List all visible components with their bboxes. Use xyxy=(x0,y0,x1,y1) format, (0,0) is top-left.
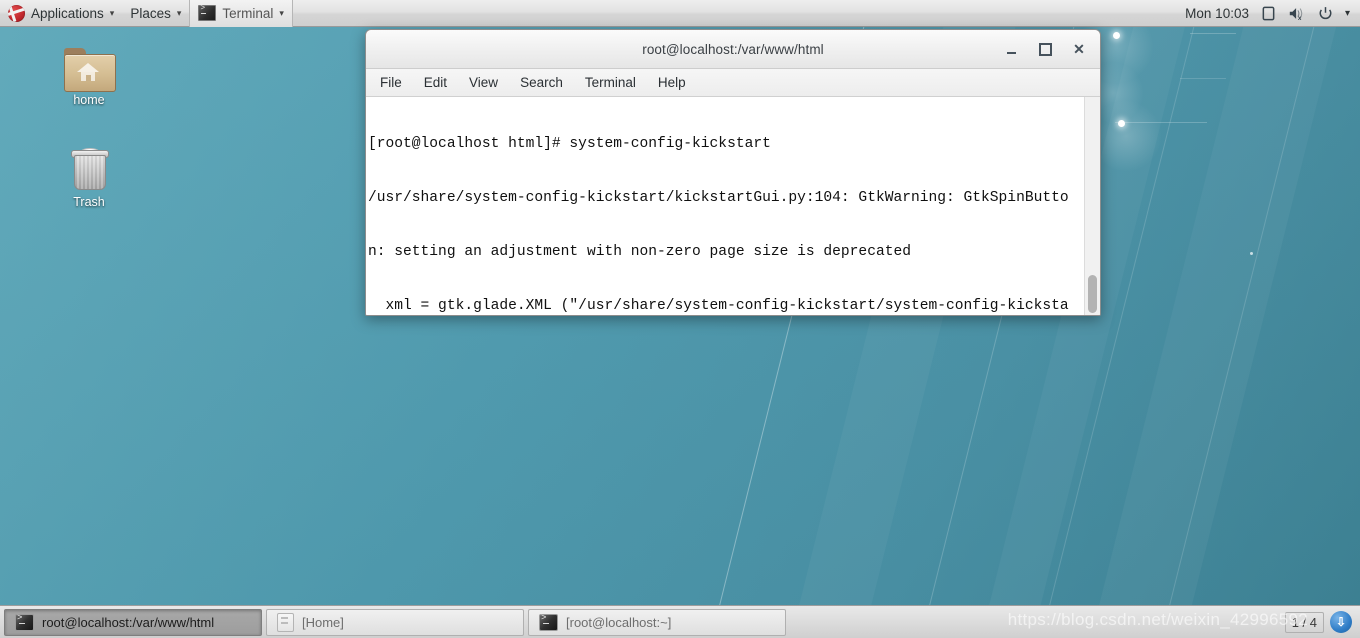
minimize-icon[interactable] xyxy=(1004,42,1018,56)
trash-applet-icon[interactable]: ⇩ xyxy=(1330,611,1352,633)
wallpaper-dot xyxy=(1113,32,1120,39)
scrollbar-thumb[interactable] xyxy=(1088,275,1097,313)
menu-view[interactable]: View xyxy=(469,75,498,90)
desktop-icon-home[interactable]: home xyxy=(46,48,132,107)
taskbar-button-terminal-root[interactable]: [root@localhost:~] xyxy=(528,608,786,636)
wallpaper-dot xyxy=(1250,252,1253,255)
terminal-line: [root@localhost html]# system-config-kic… xyxy=(368,136,771,152)
terminal-output[interactable]: [root@localhost html]# system-config-kic… xyxy=(366,97,1084,315)
maximize-icon[interactable] xyxy=(1038,42,1052,56)
terminal-window: root@localhost:/var/www/html ✕ File Edit… xyxy=(365,29,1101,316)
chevron-down-icon: ▾ xyxy=(279,7,284,18)
terminal-line: n: setting an adjustment with non-zero p… xyxy=(368,244,911,260)
volume-muted-icon[interactable]: x xyxy=(1288,6,1306,21)
menu-search[interactable]: Search xyxy=(520,75,563,90)
panel-status-area: Mon 10:03 x ▾ xyxy=(1185,6,1360,21)
menu-terminal[interactable]: Terminal xyxy=(585,75,636,90)
menu-file[interactable]: File xyxy=(380,75,402,90)
window-controls: ✕ xyxy=(1004,30,1092,68)
home-folder-icon xyxy=(64,48,116,92)
taskbar-button-label: [Home] xyxy=(302,614,344,630)
top-panel: Applications ▾ Places ▾ Terminal ▾ Mon 1… xyxy=(0,0,1360,27)
places-menu[interactable]: Places ▾ xyxy=(122,0,189,27)
menu-help[interactable]: Help xyxy=(658,75,686,90)
applications-menu-label: Applications xyxy=(31,5,104,21)
desktop-icon-trash[interactable]: Trash xyxy=(46,148,132,209)
terminal-line: /usr/share/system-config-kickstart/kicks… xyxy=(368,190,1069,206)
files-icon xyxy=(277,612,294,632)
taskbar-button-label: root@localhost:/var/www/html xyxy=(42,614,215,630)
wallpaper-dot xyxy=(1118,120,1125,127)
chevron-down-icon[interactable]: ▾ xyxy=(1345,8,1350,19)
taskbar-button-terminal-html[interactable]: root@localhost:/var/www/html xyxy=(4,608,262,636)
menu-edit[interactable]: Edit xyxy=(424,75,447,90)
workspace-pager[interactable]: 1 / 4 ⇩ xyxy=(1284,611,1356,633)
taskbar-button-home[interactable]: [Home] xyxy=(266,608,524,636)
terminal-icon xyxy=(539,613,558,631)
display-icon[interactable] xyxy=(1261,6,1276,21)
chevron-down-icon: ▾ xyxy=(109,7,115,18)
clock[interactable]: Mon 10:03 xyxy=(1185,6,1249,21)
terminal-title: root@localhost:/var/www/html xyxy=(642,41,824,57)
terminal-menubar: File Edit View Search Terminal Help xyxy=(366,69,1100,97)
applications-menu[interactable]: Applications ▾ xyxy=(0,0,122,27)
power-icon[interactable] xyxy=(1318,6,1333,21)
terminal-scrollbar[interactable] xyxy=(1084,97,1100,315)
terminal-app-menu-label: Terminal xyxy=(222,5,274,21)
svg-text:x: x xyxy=(1298,14,1302,20)
centos-logo-icon xyxy=(8,4,25,22)
desktop-icon-label: Trash xyxy=(73,195,105,209)
bottom-panel: root@localhost:/var/www/html [Home] [roo… xyxy=(0,605,1360,638)
terminal-line: xml = gtk.glade.XML ("/usr/share/system-… xyxy=(368,298,1069,314)
terminal-body[interactable]: [root@localhost html]# system-config-kic… xyxy=(366,97,1100,315)
desktop-screen: Applications ▾ Places ▾ Terminal ▾ Mon 1… xyxy=(0,0,1360,638)
chevron-down-icon: ▾ xyxy=(176,7,182,18)
taskbar-button-label: [root@localhost:~] xyxy=(566,614,672,630)
close-icon[interactable]: ✕ xyxy=(1072,42,1086,56)
terminal-icon xyxy=(15,613,34,631)
terminal-icon xyxy=(198,4,217,21)
places-menu-label: Places xyxy=(130,5,171,21)
terminal-titlebar[interactable]: root@localhost:/var/www/html ✕ xyxy=(366,30,1100,69)
terminal-app-menu[interactable]: Terminal ▾ xyxy=(189,0,293,27)
workspace-pager-label[interactable]: 1 / 4 xyxy=(1284,611,1324,633)
desktop-icon-label: home xyxy=(73,93,105,107)
trash-icon xyxy=(67,148,111,192)
